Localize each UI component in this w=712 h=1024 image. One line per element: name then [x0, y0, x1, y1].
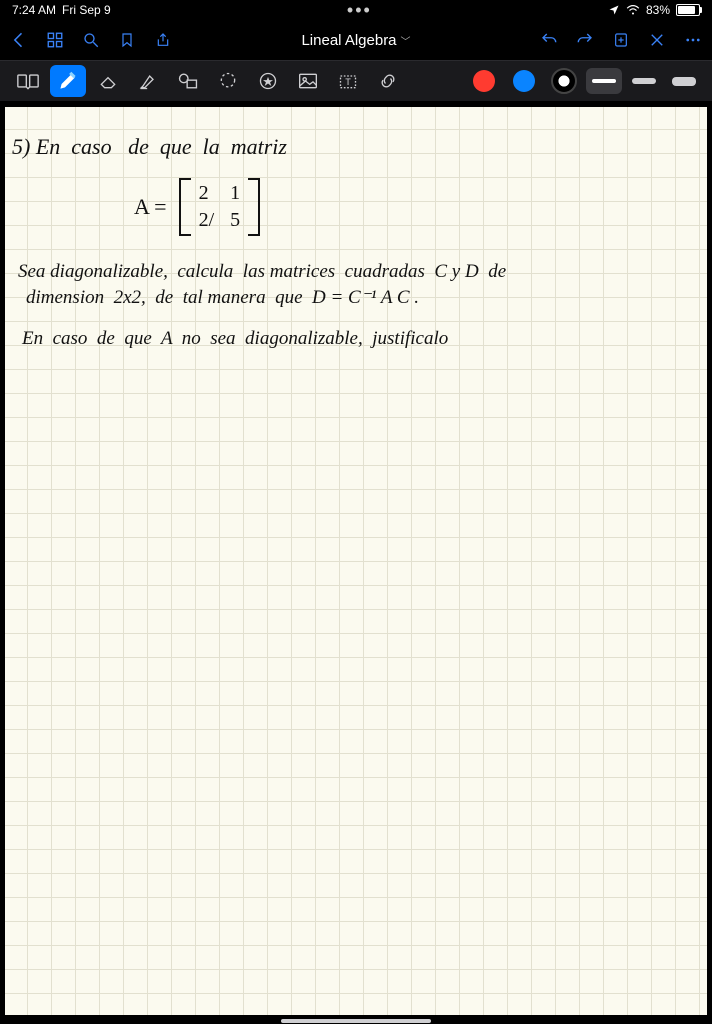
shape-tool[interactable]: [170, 65, 206, 97]
svg-text:T: T: [345, 77, 351, 87]
matrix-m12: 1: [230, 182, 240, 205]
document-title-dropdown[interactable]: Lineal Algebra ﹀: [301, 32, 410, 49]
favorites-tool[interactable]: [250, 65, 286, 97]
back-button[interactable]: [8, 29, 30, 51]
color-red[interactable]: [466, 65, 502, 97]
undo-button[interactable]: [538, 29, 560, 51]
image-tool[interactable]: [290, 65, 326, 97]
more-icon[interactable]: [682, 29, 704, 51]
status-bar: 7:24 AM Fri Sep 9 ••• 83%: [0, 0, 712, 20]
share-icon[interactable]: [152, 29, 174, 51]
color-picker[interactable]: [546, 65, 582, 97]
note-line-3: En caso de que A no sea diagonalizable, …: [22, 328, 448, 350]
wifi-icon: [626, 4, 640, 16]
multitask-dots-icon[interactable]: •••: [347, 0, 372, 21]
note-line-2b: dimension 2x2, de tal manera que D = C⁻¹…: [26, 286, 419, 309]
status-time: 7:24 AM: [12, 3, 56, 17]
lasso-tool[interactable]: [210, 65, 246, 97]
highlighter-tool[interactable]: [130, 65, 166, 97]
matrix-label: A =: [134, 194, 167, 220]
note-page[interactable]: 5) En caso de que la matriz A = 2 1 2/ 5…: [4, 106, 708, 1016]
nav-bar: Lineal Algebra ﹀: [0, 20, 712, 60]
status-date: Fri Sep 9: [62, 3, 111, 17]
search-icon[interactable]: [80, 29, 102, 51]
link-tool[interactable]: [370, 65, 406, 97]
redo-button[interactable]: [574, 29, 596, 51]
home-indicator[interactable]: [281, 1019, 431, 1023]
bookmark-icon[interactable]: [116, 29, 138, 51]
document-title-label: Lineal Algebra: [301, 32, 396, 49]
battery-percent: 83%: [646, 3, 670, 17]
stroke-width-thick[interactable]: [666, 68, 702, 94]
close-icon[interactable]: [646, 29, 668, 51]
matrix-A: A = 2 1 2/ 5: [134, 178, 260, 236]
grid-view-icon[interactable]: [44, 29, 66, 51]
matrix-m22: 5: [230, 209, 240, 232]
drawing-toolbar: T: [0, 60, 712, 102]
note-line-2a: Sea diagonalizable, calcula las matrices…: [18, 261, 506, 283]
battery-icon: [676, 4, 700, 16]
note-line-1: 5) En caso de que la matriz: [12, 134, 287, 160]
canvas-area: 5) En caso de que la matriz A = 2 1 2/ 5…: [0, 102, 712, 1024]
stroke-width-medium[interactable]: [626, 68, 662, 94]
stroke-width-thin[interactable]: [586, 68, 622, 94]
location-icon: [608, 4, 620, 16]
chevron-down-icon: ﹀: [401, 33, 411, 48]
read-mode-icon[interactable]: [10, 65, 46, 97]
matrix-m21: 2/: [199, 209, 215, 232]
color-blue[interactable]: [506, 65, 542, 97]
matrix-m11: 2: [199, 182, 215, 205]
text-tool[interactable]: T: [330, 65, 366, 97]
pen-tool[interactable]: [50, 65, 86, 97]
add-page-icon[interactable]: [610, 29, 632, 51]
eraser-tool[interactable]: [90, 65, 126, 97]
